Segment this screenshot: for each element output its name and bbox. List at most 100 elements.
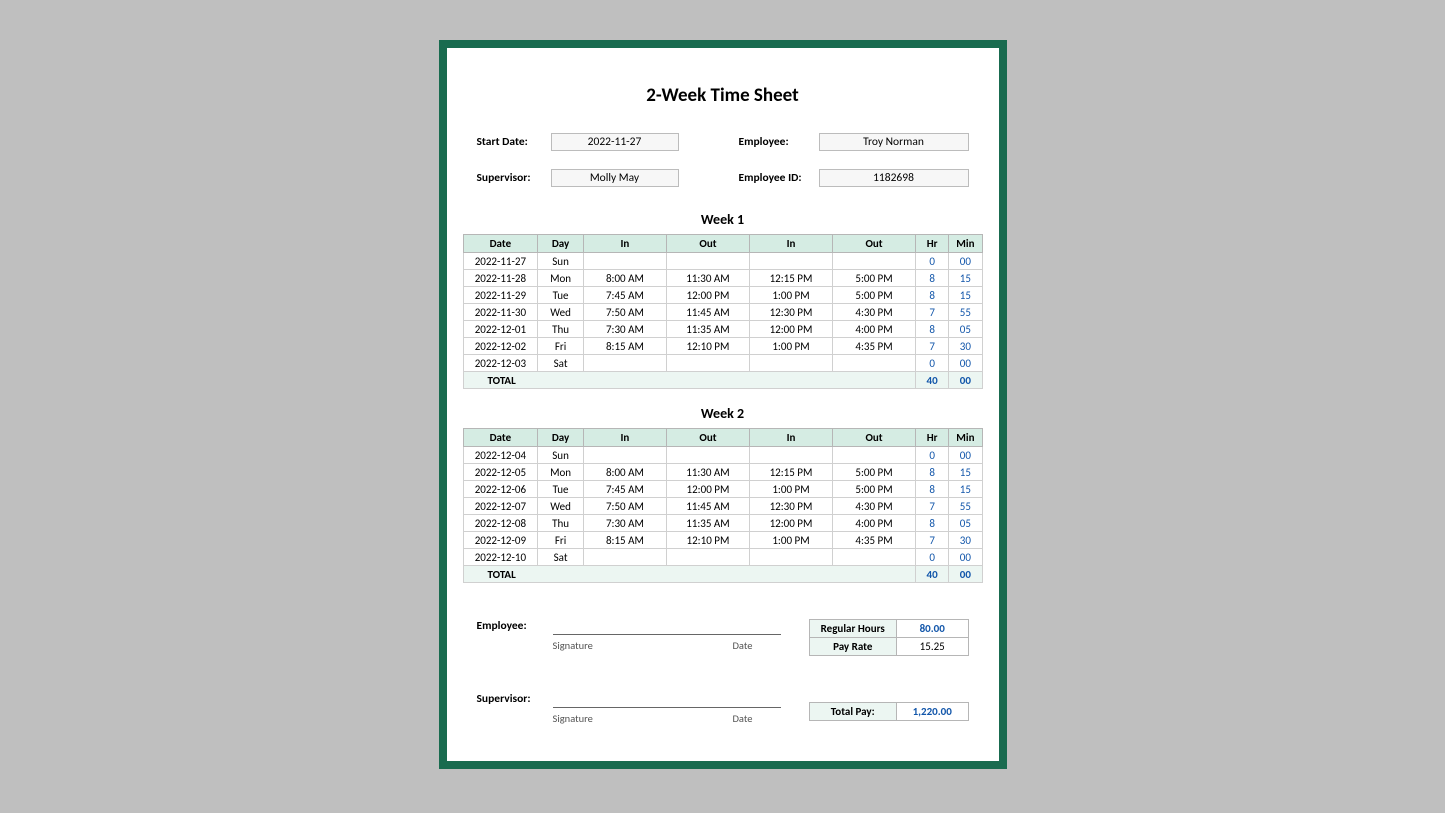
cell-out2[interactable]: 4:35 PM bbox=[833, 532, 916, 549]
cell-hr: 8 bbox=[916, 464, 949, 481]
supervisor-value[interactable]: Molly May bbox=[551, 169, 679, 187]
cell-in2[interactable]: 12:00 PM bbox=[749, 515, 832, 532]
cell-in2[interactable]: 1:00 PM bbox=[749, 287, 832, 304]
cell-in2[interactable]: 12:30 PM bbox=[749, 498, 832, 515]
table-row: 2022-11-29Tue7:45 AM12:00 PM1:00 PM5:00 … bbox=[463, 287, 982, 304]
cell-in2[interactable]: 12:15 PM bbox=[749, 270, 832, 287]
cell-out1[interactable] bbox=[666, 447, 749, 464]
cell-out2[interactable]: 4:00 PM bbox=[833, 515, 916, 532]
employee-value[interactable]: Troy Norman bbox=[819, 133, 969, 151]
cell-in1[interactable]: 7:50 AM bbox=[583, 498, 666, 515]
cell-min: 55 bbox=[949, 304, 982, 321]
cell-hr: 7 bbox=[916, 532, 949, 549]
week1-total-row: TOTAL4000 bbox=[463, 372, 982, 389]
cell-out1[interactable]: 12:00 PM bbox=[666, 481, 749, 498]
cell-out1[interactable]: 11:30 AM bbox=[666, 464, 749, 481]
table-row: 2022-11-30Wed7:50 AM11:45 AM12:30 PM4:30… bbox=[463, 304, 982, 321]
cell-out2[interactable]: 4:30 PM bbox=[833, 498, 916, 515]
employee-date-hint: Date bbox=[732, 639, 752, 652]
cell-hr: 8 bbox=[916, 321, 949, 338]
cell-in2[interactable] bbox=[749, 549, 832, 566]
cell-day: Tue bbox=[538, 287, 584, 304]
cell-in2[interactable] bbox=[749, 447, 832, 464]
start-date-value[interactable]: 2022-11-27 bbox=[551, 133, 679, 151]
total-label: TOTAL bbox=[463, 566, 916, 583]
cell-out2[interactable]: 5:00 PM bbox=[833, 464, 916, 481]
cell-out1[interactable]: 12:10 PM bbox=[666, 532, 749, 549]
col-out2: Out bbox=[833, 429, 916, 447]
cell-in1[interactable] bbox=[583, 549, 666, 566]
cell-out2[interactable]: 5:00 PM bbox=[833, 270, 916, 287]
pay-hours-table: Regular Hours 80.00 Pay Rate 15.25 bbox=[809, 619, 969, 656]
cell-in1[interactable]: 7:30 AM bbox=[583, 321, 666, 338]
col-date: Date bbox=[463, 429, 538, 447]
cell-out1[interactable]: 11:35 AM bbox=[666, 515, 749, 532]
cell-day: Wed bbox=[538, 498, 584, 515]
cell-in2[interactable] bbox=[749, 355, 832, 372]
cell-in2[interactable]: 12:00 PM bbox=[749, 321, 832, 338]
cell-date: 2022-11-30 bbox=[463, 304, 538, 321]
col-date: Date bbox=[463, 235, 538, 253]
cell-in2[interactable]: 12:30 PM bbox=[749, 304, 832, 321]
col-min: Min bbox=[949, 235, 982, 253]
cell-in1[interactable]: 7:45 AM bbox=[583, 481, 666, 498]
cell-in1[interactable]: 7:50 AM bbox=[583, 304, 666, 321]
week2-header-row: Date Day In Out In Out Hr Min bbox=[463, 429, 982, 447]
cell-date: 2022-12-04 bbox=[463, 447, 538, 464]
cell-out2[interactable] bbox=[833, 355, 916, 372]
employee-label: Employee: bbox=[739, 135, 819, 149]
cell-in2[interactable]: 1:00 PM bbox=[749, 481, 832, 498]
cell-in1[interactable]: 7:45 AM bbox=[583, 287, 666, 304]
cell-in2[interactable]: 12:15 PM bbox=[749, 464, 832, 481]
cell-out2[interactable]: 5:00 PM bbox=[833, 481, 916, 498]
cell-in1[interactable] bbox=[583, 355, 666, 372]
cell-in1[interactable]: 8:15 AM bbox=[583, 532, 666, 549]
pay-summary: Regular Hours 80.00 Pay Rate 15.25 Total… bbox=[809, 619, 969, 725]
cell-out1[interactable]: 11:45 AM bbox=[666, 498, 749, 515]
supervisor-date-hint: Date bbox=[732, 712, 752, 725]
cell-in1[interactable] bbox=[583, 447, 666, 464]
cell-out1[interactable]: 12:10 PM bbox=[666, 338, 749, 355]
cell-out1[interactable]: 11:30 AM bbox=[666, 270, 749, 287]
cell-hr: 0 bbox=[916, 253, 949, 270]
employee-sig-hint: Signature bbox=[553, 639, 593, 652]
cell-out2[interactable] bbox=[833, 549, 916, 566]
table-row: 2022-12-05Mon8:00 AM11:30 AM12:15 PM5:00… bbox=[463, 464, 982, 481]
cell-out2[interactable]: 4:00 PM bbox=[833, 321, 916, 338]
col-hr: Hr bbox=[916, 429, 949, 447]
cell-in1[interactable]: 8:00 AM bbox=[583, 464, 666, 481]
employee-sig-line[interactable] bbox=[553, 633, 781, 635]
table-row: 2022-11-27Sun000 bbox=[463, 253, 982, 270]
cell-in2[interactable]: 1:00 PM bbox=[749, 532, 832, 549]
cell-in1[interactable]: 8:15 AM bbox=[583, 338, 666, 355]
cell-in2[interactable] bbox=[749, 253, 832, 270]
cell-day: Sat bbox=[538, 549, 584, 566]
cell-hr: 0 bbox=[916, 355, 949, 372]
signature-section: Employee: Signature Date Supervisor: bbox=[477, 619, 781, 725]
cell-out1[interactable] bbox=[666, 253, 749, 270]
cell-out2[interactable]: 5:00 PM bbox=[833, 287, 916, 304]
cell-hr: 8 bbox=[916, 287, 949, 304]
cell-out2[interactable]: 4:35 PM bbox=[833, 338, 916, 355]
cell-out1[interactable]: 11:35 AM bbox=[666, 321, 749, 338]
cell-out1[interactable]: 11:45 AM bbox=[666, 304, 749, 321]
cell-out1[interactable]: 12:00 PM bbox=[666, 287, 749, 304]
supervisor-sig-line[interactable] bbox=[553, 706, 781, 708]
cell-out2[interactable]: 4:30 PM bbox=[833, 304, 916, 321]
cell-in2[interactable]: 1:00 PM bbox=[749, 338, 832, 355]
regular-hours-label: Regular Hours bbox=[809, 620, 896, 638]
col-in2: In bbox=[749, 429, 832, 447]
cell-in1[interactable]: 7:30 AM bbox=[583, 515, 666, 532]
week1-header-row: Date Day In Out In Out Hr Min bbox=[463, 235, 982, 253]
cell-in1[interactable]: 8:00 AM bbox=[583, 270, 666, 287]
cell-out1[interactable] bbox=[666, 355, 749, 372]
table-row: 2022-11-28Mon8:00 AM11:30 AM12:15 PM5:00… bbox=[463, 270, 982, 287]
cell-hr: 7 bbox=[916, 304, 949, 321]
employee-id-value[interactable]: 1182698 bbox=[819, 169, 969, 187]
cell-out2[interactable] bbox=[833, 253, 916, 270]
cell-out2[interactable] bbox=[833, 447, 916, 464]
supervisor-sig-label: Supervisor: bbox=[477, 692, 547, 708]
cell-in1[interactable] bbox=[583, 253, 666, 270]
cell-out1[interactable] bbox=[666, 549, 749, 566]
cell-day: Sun bbox=[538, 253, 584, 270]
